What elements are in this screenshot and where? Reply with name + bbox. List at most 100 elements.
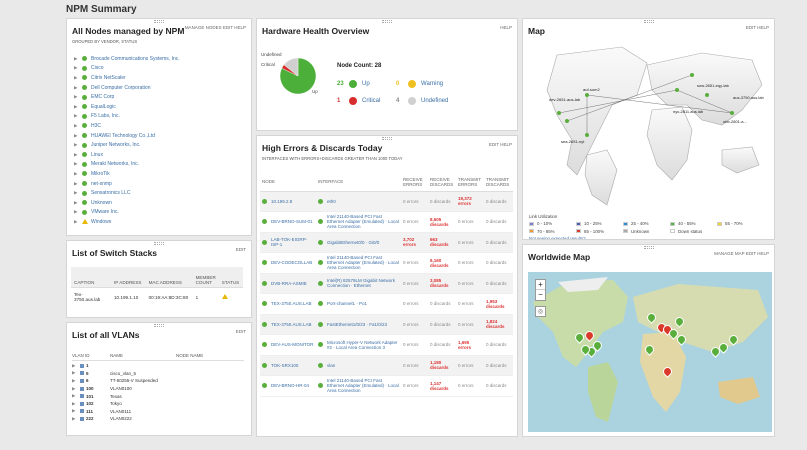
tree-item-label[interactable]: Dell Computer Corporation (91, 85, 150, 91)
locate-button[interactable]: ◎ (535, 306, 546, 317)
tree-item[interactable]: ▶ Unknown (74, 198, 180, 208)
interface-link[interactable]: Port-channel1 · Po1 (327, 301, 367, 306)
col-interface[interactable]: INTERFACE (316, 173, 401, 192)
interface-cell[interactable]: Intel 21140-Based PCI Fast Ethernet Adap… (316, 375, 401, 397)
expand-arrow-icon[interactable]: ▶ (74, 181, 82, 187)
vlan-row[interactable]: ▶ 100 VLAN0100 (72, 385, 244, 393)
interface-link[interactable]: Microsoft Hyper-V Network Adapter #2 · L… (327, 340, 399, 350)
expand-arrow-icon[interactable]: ▶ (74, 171, 82, 177)
interface-link[interactable]: GigabitEthernet0/0 · Gi0/0 (327, 240, 379, 245)
expand-arrow-icon[interactable]: ▶ (74, 152, 82, 158)
tree-item[interactable]: ▶ EqualLogic (74, 102, 180, 112)
interface-cell[interactable]: Intel 21140-Based PCI Fast Ethernet Adap… (316, 211, 401, 233)
expand-arrow-icon[interactable]: ▶ (74, 113, 82, 119)
node-cell[interactable]: LAB-TOK-EIGRP-ISP-1 (260, 232, 316, 253)
col-transmit-discards[interactable]: TRANSMIT DISCARDS (484, 173, 513, 192)
interface-cell[interactable]: Microsoft Hyper-V Network Adapter #2 · L… (316, 334, 401, 356)
node-cell[interactable]: DEV-BRNO-HR-04 (260, 375, 316, 397)
table-row[interactable]: 10.199.2.8 eth0 0 errors 0 discards 19,372 e… (260, 191, 513, 212)
tree-item-label[interactable]: EqualLogic (91, 104, 116, 110)
tree-item[interactable]: ▶ Meraki Networks, Inc. (74, 160, 180, 170)
interface-link[interactable]: vlan (327, 363, 335, 368)
col-receive-discards[interactable]: RECEIVE DISCARDS (428, 173, 456, 192)
node-link[interactable]: TEX-3750.AUS.LAB (271, 301, 312, 306)
expand-arrow-icon[interactable]: ▶ (74, 200, 82, 206)
tree-item[interactable]: ▶ H3C (74, 121, 180, 131)
zoom-in-button[interactable]: + (536, 280, 545, 290)
node-link[interactable]: TOK-SRX100 (271, 363, 298, 368)
tree-item-label[interactable]: net-snmp (91, 181, 112, 187)
node-cell[interactable]: TEX-3750.AUS.LAB (260, 314, 316, 335)
map-node-label[interactable]: dev-2651-aus-lab (549, 97, 580, 102)
expand-arrow-icon[interactable]: ▶ (74, 219, 82, 225)
node-link[interactable]: DEV-BRNO-SUM-01 (271, 219, 313, 224)
node-cell[interactable]: TEX-3750.AUS.LAB (260, 293, 316, 315)
node-link[interactable]: DVB-RRA-ASMIE (271, 281, 307, 286)
map-node-label[interactable]: aus-3750.aus.lab (733, 95, 764, 100)
col-node[interactable]: NODE (260, 173, 316, 192)
drag-handle[interactable] (643, 246, 654, 249)
vlan-row[interactable]: ▶ 101 Texas (72, 392, 244, 400)
tree-item[interactable]: ▶ Juniper Networks, Inc. (74, 140, 180, 150)
expand-arrow-icon[interactable]: ▶ (72, 408, 80, 414)
expand-arrow-icon[interactable]: ▶ (72, 416, 80, 422)
stack-caption[interactable]: Tex-3750.aus.lab (71, 287, 111, 307)
node-cell[interactable]: DVB-RRA-ASMIE (260, 273, 316, 294)
drag-handle[interactable] (154, 242, 164, 245)
node-cell[interactable]: TOK-SRX100 (260, 355, 316, 376)
vlan-row[interactable]: ▶ 6 TT-50255-V Suspended (72, 377, 244, 385)
tree-item-label[interactable]: H3C (91, 123, 101, 129)
health-stat[interactable]: 4 Undefined (396, 97, 448, 105)
table-row[interactable]: TEX-3750.AUS.LAB Port-channel1 · Po1 0 err… (260, 293, 513, 315)
tree-item-label[interactable]: Citrix NetScaler (91, 75, 126, 81)
expand-arrow-icon[interactable]: ▶ (72, 386, 80, 392)
interface-link[interactable]: Intel 21140-Based PCI Fast Ethernet Adap… (327, 214, 399, 229)
col-receive-errors[interactable]: RECEIVE ERRORS (401, 173, 428, 192)
interface-cell[interactable]: GigabitEthernet0/0 · Gi0/0 (316, 232, 401, 253)
node-link[interactable]: LAB-TOK-EIGRP-ISP-1 (271, 237, 314, 247)
interface-cell[interactable]: eth0 (316, 191, 401, 212)
col-transmit-errors[interactable]: TRANSMIT ERRORS (456, 173, 484, 192)
expand-arrow-icon[interactable]: ▶ (74, 133, 82, 139)
health-stat[interactable]: 1 Critical (337, 97, 380, 105)
tree-item-label[interactable]: Linux (91, 152, 103, 158)
node-cell[interactable]: 10.199.2.8 (260, 191, 316, 212)
node-link[interactable]: 10.199.2.8 (271, 199, 292, 204)
table-row[interactable]: TEX-3750.AUS.LAB FastEthernet1/0/23 · Fa1… (260, 314, 513, 335)
expand-arrow-icon[interactable]: ▶ (74, 75, 82, 81)
expand-arrow-icon[interactable]: ▶ (74, 142, 82, 148)
col-caption[interactable]: CAPTION (71, 267, 111, 288)
stat-label[interactable]: Critical (362, 98, 380, 104)
vlan-row[interactable]: ▶ 1 (72, 362, 244, 370)
node-link[interactable]: DEV-CODECOLLAB (271, 260, 312, 265)
interface-link[interactable]: Intel 21140-Based PCI Fast Ethernet Adap… (327, 255, 399, 270)
tree-item[interactable]: ▶ Citrix NetScaler (74, 73, 180, 83)
interface-link[interactable]: eth0 (327, 199, 336, 204)
table-row[interactable]: TOK-SRX100 vlan 0 errors 1,180 discards 0 er… (260, 355, 513, 376)
tree-item-label[interactable]: Cisco (91, 65, 104, 71)
tree-item[interactable]: ▶ net-snmp (74, 179, 180, 189)
tree-item-label[interactable]: HUAWEI Technology Co.,Ltd (91, 133, 155, 139)
expand-arrow-icon[interactable]: ▶ (72, 370, 80, 376)
tree-item[interactable]: ▶ EMC Corp (74, 92, 180, 102)
widget-actions[interactable]: EDIT (236, 329, 246, 334)
interface-cell[interactable]: FastEthernet1/0/23 · Fa1/0/23 (316, 314, 401, 335)
stat-label[interactable]: Undefined (421, 98, 448, 104)
table-row[interactable]: DEV-BRNO-SUM-01 Intel 21140-Based PCI Fas… (260, 211, 513, 233)
expand-arrow-icon[interactable]: ▶ (72, 363, 80, 369)
widget-actions[interactable]: HELP (500, 25, 512, 30)
vlan-row[interactable]: ▶ 111 VLAN0111 (72, 408, 244, 416)
node-cell[interactable]: DEV-CODECOLLAB (260, 252, 316, 274)
tree-item-label[interactable]: Meraki Networks, Inc. (91, 161, 139, 167)
map-node-label[interactable]: nyc-2811.aus.lab (673, 109, 703, 114)
tree-item-label[interactable]: EMC Corp (91, 94, 114, 100)
interface-cell[interactable]: Intel(R) 82579LM Gigabit Network Connect… (316, 273, 401, 294)
interface-cell[interactable]: Intel 21140-Based PCI Fast Ethernet Adap… (316, 252, 401, 274)
drag-handle[interactable] (382, 137, 392, 140)
tree-item-label[interactable]: VMware Inc. (91, 209, 119, 215)
expand-arrow-icon[interactable]: ▶ (74, 104, 82, 110)
widget-actions[interactable]: EDIT (236, 247, 246, 252)
table-row[interactable]: Tex-3750.aus.lab 10.199.1.10 00:19:AA:8D… (71, 287, 243, 307)
drag-handle[interactable] (382, 20, 392, 23)
table-row[interactable]: DEV-BRNO-HR-04 Intel 21140-Based PCI Fast… (260, 375, 513, 397)
